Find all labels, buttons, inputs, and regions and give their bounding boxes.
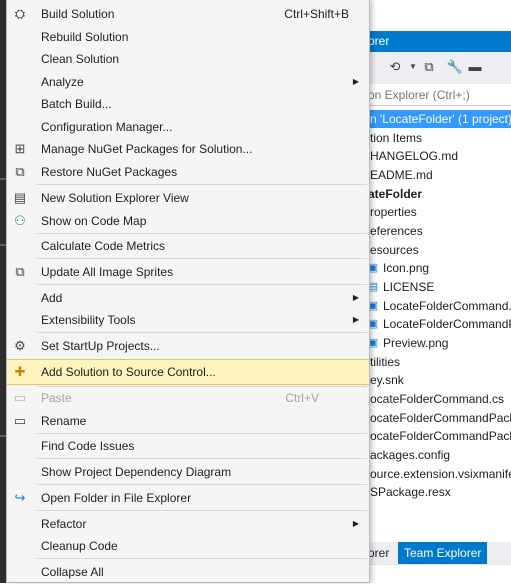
menu-item-show-on-code-map[interactable]: ⚇ Show on Code Map (7, 210, 369, 232)
solution-context-menu: ⛭ Build Solution Ctrl+Shift+B Rebuild So… (6, 0, 370, 583)
menu-item-restore-nuget[interactable]: ⧉ Restore NuGet Packages (7, 161, 369, 183)
sprites-icon: ⧉ (15, 264, 25, 279)
menu-item-build-solution[interactable]: ⛭ Build Solution Ctrl+Shift+B (7, 3, 369, 25)
tree-item[interactable]: tilities (360, 353, 511, 371)
source-control-icon: ✚ (14, 364, 26, 379)
tree-item[interactable]: ackages.config (360, 446, 511, 464)
tree-item[interactable]: EADME.md (360, 166, 511, 184)
tree-item[interactable]: ▣ Icon.png (360, 259, 511, 277)
menu-separator (37, 184, 367, 185)
code-map-icon: ⚇ (14, 213, 26, 228)
tree-item-project[interactable]: ateFolder (360, 185, 511, 203)
menu-item-rebuild-solution[interactable]: Rebuild Solution (7, 26, 369, 48)
rename-icon: ▭ (13, 413, 27, 428)
menu-item-update-image-sprites[interactable]: ⧉ Update All Image Sprites (7, 261, 369, 283)
submenu-arrow-icon: ▶ (352, 293, 359, 302)
menu-item-new-solution-explorer-view[interactable]: ▤ New Solution Explorer View (7, 187, 369, 209)
tree-item[interactable]: eferences (360, 222, 511, 240)
solution-explorer-tabs: orer Team Explorer (360, 542, 511, 564)
menu-item-extensibility-tools[interactable]: Extensibility Tools ▶ (7, 309, 369, 331)
menu-item-refactor[interactable]: Refactor ▶ (7, 513, 369, 535)
tree-item[interactable]: ey.snk (360, 371, 511, 389)
solution-explorer-title: orer (360, 31, 511, 52)
menu-item-configuration-manager[interactable]: Configuration Manager... (7, 116, 369, 138)
menu-item-manage-nuget[interactable]: ⊞ Manage NuGet Packages for Solution... (7, 138, 369, 160)
menu-item-cleanup-code[interactable]: Cleanup Code (7, 535, 369, 557)
menu-item-batch-build[interactable]: Batch Build... (7, 93, 369, 115)
menu-item-open-folder[interactable]: ↪ Open Folder in File Explorer (7, 487, 369, 509)
menu-item-paste[interactable]: ▭ Paste Ctrl+V (7, 387, 369, 409)
submenu-arrow-icon: ▶ (352, 519, 359, 528)
tree-item[interactable]: ocateFolderCommandPack (360, 409, 511, 427)
nuget-icon: ⊞ (14, 141, 26, 156)
shortcut: Ctrl+V (285, 391, 319, 405)
history-icon[interactable]: ⟲ (386, 58, 404, 76)
tree-item[interactable]: esources (360, 241, 511, 259)
wrench-icon[interactable]: 🔧 (446, 58, 464, 76)
menu-item-add[interactable]: Add ▶ (7, 287, 369, 309)
submenu-arrow-icon: ▶ (352, 77, 359, 86)
menu-separator (37, 258, 367, 259)
menu-separator (37, 332, 367, 333)
menu-separator (37, 484, 367, 485)
menu-item-rename[interactable]: ▭ Rename (7, 410, 369, 432)
tree-item[interactable]: tion Items (360, 129, 511, 147)
new-view-icon: ▤ (13, 190, 27, 205)
gear-icon: ⚙ (14, 338, 26, 353)
restore-packages-icon: ⧉ (15, 164, 25, 179)
tree-item[interactable]: ource.extension.vsixmanife (360, 465, 511, 483)
menu-item-calculate-code-metrics[interactable]: Calculate Code Metrics (7, 235, 369, 257)
build-icon: ⛭ (14, 6, 26, 21)
solution-explorer-search-input[interactable] (360, 84, 511, 106)
menu-item-clean-solution[interactable]: Clean Solution (7, 48, 369, 70)
menu-separator (37, 558, 367, 559)
submenu-arrow-icon: ▶ (352, 315, 359, 324)
menu-separator (37, 284, 367, 285)
tab-team-explorer[interactable]: Team Explorer (398, 542, 488, 564)
menu-item-show-dependency-diagram[interactable]: Show Project Dependency Diagram (7, 461, 369, 483)
tree-item[interactable]: roperties (360, 203, 511, 221)
tree-item[interactable]: HANGELOG.md (360, 147, 511, 165)
menu-separator (37, 510, 367, 511)
menu-item-set-startup-projects[interactable]: ⚙ Set StartUp Projects... (7, 335, 369, 357)
open-folder-icon: ↪ (14, 490, 26, 505)
collapse-icon[interactable]: ▬ (466, 58, 484, 76)
solution-explorer-toolbar: ⟲ ▼ ⧉ 🔧 ▬ (360, 52, 511, 85)
menu-item-collapse-all[interactable]: Collapse All (7, 561, 369, 583)
tree-item[interactable]: ocateFolderCommandPack (360, 427, 511, 445)
sync-icon[interactable]: ⧉ (420, 58, 438, 76)
tree-item[interactable]: ▣ Preview.png (360, 334, 511, 352)
menu-separator (37, 433, 367, 434)
shortcut: Ctrl+Shift+B (284, 7, 349, 21)
menu-item-find-code-issues[interactable]: Find Code Issues (7, 435, 369, 457)
tree-item[interactable]: ▣ LocateFolderCommand.p (360, 297, 511, 315)
solution-explorer-footer (360, 564, 511, 584)
tree-item-solution[interactable]: n 'LocateFolder' (1 project) (360, 110, 511, 128)
paste-icon: ▭ (13, 390, 27, 405)
tree-item[interactable]: ocateFolderCommand.cs (360, 390, 511, 408)
menu-item-add-to-source-control[interactable]: ✚ Add Solution to Source Control... (7, 359, 369, 385)
tree-item[interactable]: ▤ LICENSE (360, 278, 511, 296)
menu-separator (37, 458, 367, 459)
menu-item-analyze[interactable]: Analyze ▶ (7, 71, 369, 93)
tree-item[interactable]: SPackage.resx (360, 483, 511, 501)
menu-separator (37, 233, 367, 234)
tree-item[interactable]: ▣ LocateFolderCommandP (360, 315, 511, 333)
